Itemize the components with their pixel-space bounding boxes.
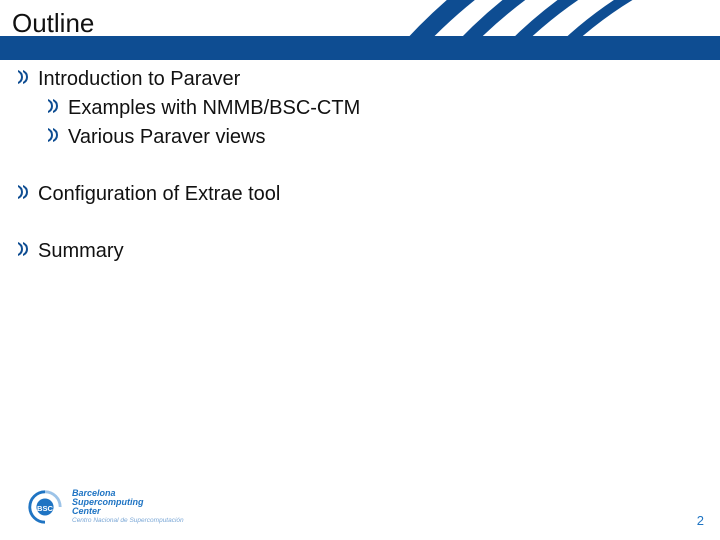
slide: Outline Introduction to Paraver Examples… <box>0 0 720 540</box>
logo-text: Barcelona Supercomputing Center Centro N… <box>72 489 184 525</box>
spacer <box>16 153 680 181</box>
spacer <box>16 210 680 238</box>
bullet-icon <box>16 69 32 85</box>
logo-name-line: Center <box>72 507 184 516</box>
outline-item: Introduction to Paraver <box>16 66 680 93</box>
bullet-icon <box>46 98 62 114</box>
outline-content: Introduction to Paraver Examples with NM… <box>16 66 680 267</box>
logo-subtitle: Centro Nacional de Supercomputación <box>72 518 184 525</box>
outline-item: Summary <box>16 238 680 265</box>
outline-subitem: Various Paraver views <box>16 124 680 151</box>
outline-item-text: Various Paraver views <box>68 126 265 148</box>
bullet-icon <box>46 127 62 143</box>
outline-item: Configuration of Extrae tool <box>16 181 680 208</box>
outline-item-text: Introduction to Paraver <box>38 68 240 90</box>
outline-item-text: Examples with NMMB/BSC-CTM <box>68 97 360 119</box>
outline-item-text: Configuration of Extrae tool <box>38 183 280 205</box>
logo-acronym: BSC <box>37 504 54 513</box>
slide-title: Outline <box>12 8 712 43</box>
bsc-logo-icon: BSC <box>26 488 64 526</box>
bullet-icon <box>16 241 32 257</box>
footer-logo: BSC Barcelona Supercomputing Center Cent… <box>26 488 184 526</box>
outline-subitem: Examples with NMMB/BSC-CTM <box>16 95 680 122</box>
page-number: 2 <box>697 513 704 528</box>
outline-item-text: Summary <box>38 240 124 262</box>
bullet-icon <box>16 184 32 200</box>
